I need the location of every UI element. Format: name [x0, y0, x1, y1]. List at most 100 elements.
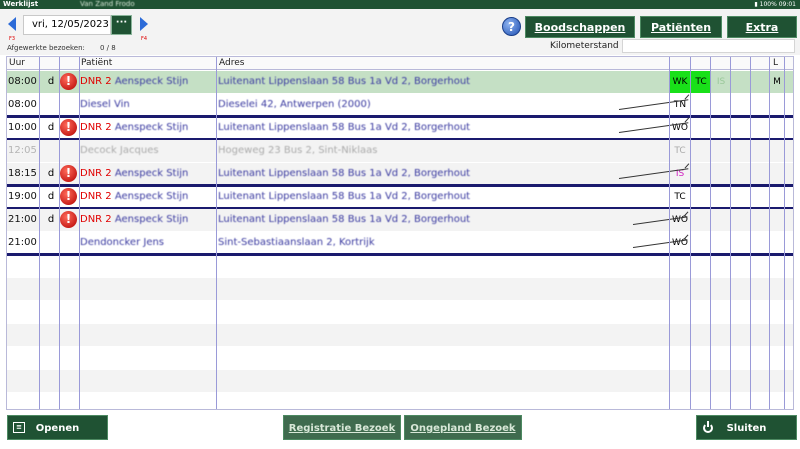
header-adres[interactable]: Adres [219, 58, 244, 68]
table-row[interactable]: 08:00 Diesel Vin Dieselei 42, Antwerpen (… [7, 94, 793, 118]
prev-day-arrow-icon[interactable] [8, 17, 16, 31]
visit-d-flag: d [47, 76, 55, 87]
openen-label: Openen [35, 423, 80, 434]
visit-d-flag: d [47, 214, 55, 225]
table-row[interactable]: 21:00 d! DNR 2 Aenspeck Stijn Luitenant Lip… [7, 209, 793, 231]
battery-level: 100% [759, 1, 777, 8]
care-code-3 [711, 232, 731, 254]
user-name: Van Zand Frodo [80, 0, 135, 8]
care-code-3 [711, 209, 731, 231]
warning-cell: ! [60, 163, 80, 185]
date-picker-button[interactable]: ··· [111, 15, 132, 35]
visit-time: 19:00 [8, 191, 37, 202]
warning-icon[interactable]: ! [60, 73, 77, 90]
empty-row [7, 370, 793, 392]
patient-address: Sint-Sebastiaanslaan 2, Kortrijk [218, 237, 375, 248]
patient-address: Luitenant Lippenslaan 58 Bus 1a Vd 2, Bo… [218, 122, 471, 133]
date-field[interactable]: vri, 12/05/2023 [23, 15, 111, 35]
care-code-3 [711, 140, 731, 162]
care-code-3: IS [716, 77, 726, 87]
care-code-3 [711, 94, 731, 116]
patient-name: Decock Jacques [80, 145, 159, 156]
power-icon [703, 421, 713, 433]
patienten-button[interactable]: Patiënten [640, 16, 722, 38]
dnr-label: DNR 2 [80, 76, 112, 87]
help-icon[interactable]: ? [502, 17, 521, 36]
care-code-1: TC [674, 192, 686, 202]
care-code-3 [711, 163, 731, 185]
registratie-bezoek-button[interactable]: Registratie Bezoek [283, 415, 401, 440]
ongepland-bezoek-button[interactable]: Ongepland Bezoek [404, 415, 522, 440]
visit-d-flag [43, 94, 59, 116]
l-column-value [770, 163, 784, 185]
care-code-2 [691, 186, 711, 208]
visit-d-flag: d [47, 191, 55, 202]
next-day-arrow-icon[interactable] [140, 17, 148, 31]
l-column-value: M [773, 77, 781, 87]
header-l[interactable]: L [773, 58, 778, 68]
window-title: Werklijst [3, 0, 39, 8]
visit-time: 08:00 [8, 99, 37, 110]
boodschappen-button[interactable]: Boodschappen [525, 16, 635, 38]
patient-name: Aenspeck Stijn [114, 76, 189, 87]
care-code-1: TC [674, 146, 686, 156]
dnr-label: DNR 2 [80, 168, 112, 179]
warning-icon[interactable]: ! [60, 119, 77, 136]
worklist-table: Uur Patiënt Adres L 08:00 d! DNR 2 Aenspec… [6, 56, 794, 410]
care-code-2 [691, 140, 711, 162]
empty-row [7, 324, 793, 346]
l-column-value [770, 94, 784, 116]
prev-key-hint: F3 [9, 36, 16, 42]
title-bar: Werklijst Van Zand Frodo ▮ 100% 09:01 [0, 0, 800, 9]
table-row[interactable]: 19:00 d! DNR 2 Aenspeck Stijn Luitenant Lip… [7, 186, 793, 210]
next-key-hint: F4 [141, 36, 148, 42]
open-file-icon: ≡ [13, 422, 25, 433]
extra-button[interactable]: Extra [727, 16, 797, 38]
km-label: Kilometerstand [550, 41, 619, 51]
empty-row [7, 255, 793, 277]
empty-row [7, 393, 793, 409]
patient-cell: DNR 2 Aenspeck Stijn [80, 163, 215, 185]
table-row[interactable]: 10:00 d! DNR 2 Aenspeck Stijn Luitenant Lip… [7, 117, 793, 141]
care-code-2 [691, 209, 711, 231]
table-row[interactable]: 08:00 d! DNR 2 Aenspeck Stijn Luitenant Lip… [7, 71, 793, 93]
visit-d-flag [43, 232, 59, 254]
table-row[interactable]: 21:00 Dendoncker Jens Sint-Sebastiaanslaa… [7, 232, 793, 256]
header-patient[interactable]: Patiënt [81, 58, 112, 68]
patient-name: Dendoncker Jens [80, 237, 165, 248]
visits-count: 0 / 8 [100, 44, 116, 52]
patient-address: Hogeweg 23 Bus 2, Sint-Niklaas [218, 145, 378, 156]
patient-address: Luitenant Lippenslaan 58 Bus 1a Vd 2, Bo… [218, 214, 471, 225]
l-column-value [770, 209, 784, 231]
l-column-value [770, 186, 784, 208]
empty-row [7, 278, 793, 300]
care-code-2 [691, 232, 711, 254]
l-column-value [770, 117, 784, 139]
visit-time: 12:05 [8, 145, 37, 156]
care-code-3 [711, 186, 731, 208]
warning-cell: ! [60, 186, 80, 208]
warning-icon[interactable]: ! [60, 211, 77, 228]
patient-address: Luitenant Lippenslaan 58 Bus 1a Vd 2, Bo… [218, 168, 471, 179]
warning-icon[interactable]: ! [60, 188, 77, 205]
table-row[interactable]: 12:05 Decock Jacques Hogeweg 23 Bus 2, Si… [7, 140, 793, 162]
openen-button[interactable]: ≡ Openen [7, 415, 108, 440]
patient-name: Aenspeck Stijn [114, 122, 189, 133]
patient-name: Aenspeck Stijn [114, 168, 189, 179]
patient-cell: Dendoncker Jens [80, 232, 215, 254]
patient-name: Aenspeck Stijn [114, 214, 189, 225]
visit-d-flag: d [47, 122, 55, 133]
battery-icon: ▮ [754, 1, 758, 8]
patient-address: Dieselei 42, Antwerpen (2000) [218, 99, 371, 110]
visit-d-flag [43, 140, 59, 162]
dnr-label: DNR 2 [80, 214, 112, 225]
table-row[interactable]: 18:15 d! DNR 2 Aenspeck Stijn Luitenant Lip… [7, 163, 793, 187]
warning-icon[interactable]: ! [60, 165, 77, 182]
sluiten-button[interactable]: Sluiten [696, 415, 797, 440]
system-status: ▮ 100% 09:01 [754, 0, 796, 9]
header-uur[interactable]: Uur [9, 58, 25, 68]
visit-d-flag: d [47, 168, 55, 179]
care-code-2 [691, 94, 711, 116]
km-input[interactable] [622, 39, 795, 53]
care-code-2: TC [691, 71, 711, 93]
